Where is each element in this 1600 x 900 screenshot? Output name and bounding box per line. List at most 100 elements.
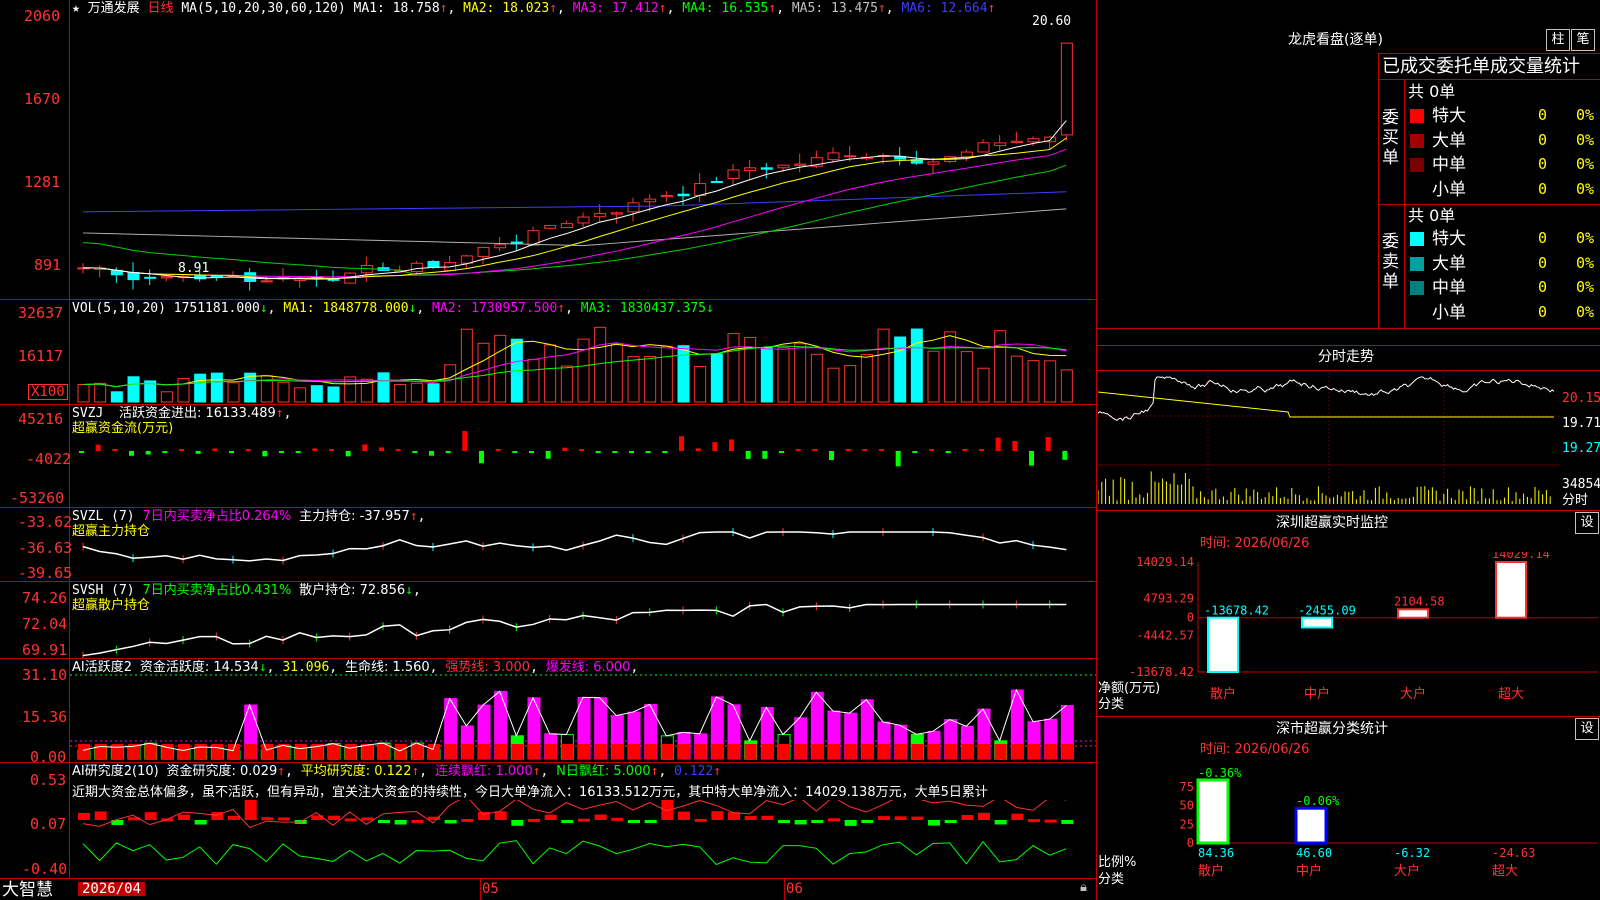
volume-bar [560, 365, 573, 403]
candle-body [260, 280, 273, 283]
category-name: 小单 [1432, 302, 1466, 323]
category-percent: 0% [1576, 229, 1595, 247]
flow-bar [729, 439, 734, 451]
activity-base-bar [78, 744, 90, 759]
research-bar [544, 814, 557, 820]
monitor-bar-chart[interactable]: 14029.14 4793.29 0 -4442.57 -13678.42 -13678.… [1098, 552, 1598, 717]
flow-bar [712, 442, 718, 451]
activity-base-bar [794, 744, 807, 759]
research-bar [94, 811, 107, 820]
category-name: 特大 [1432, 229, 1466, 249]
tick-mode-button[interactable]: 笔 [1571, 29, 1595, 51]
y-tick: 0.07 [30, 815, 67, 833]
volume-bar [160, 391, 173, 403]
volume-bar [527, 358, 540, 403]
panel-divider [1096, 716, 1600, 717]
main-header: ★ 万通发展 日线 MA(5,10,20,30,60,120) MA1: 18.… [72, 1, 996, 16]
flow-bar [479, 451, 484, 464]
flow-bar [212, 448, 218, 451]
candle-body [494, 244, 507, 249]
flow-bar [829, 451, 834, 461]
volume-bar [477, 342, 490, 403]
ma-label: MA(5,10,20,30,60,120) [181, 1, 346, 16]
y-tick: -36.63 [18, 539, 73, 557]
date-axis-start: 2026/04 [78, 882, 146, 896]
retail-holding-chart[interactable] [70, 582, 1096, 658]
volume-bar [860, 354, 873, 403]
dragon-tab[interactable]: 已成交委托单成交量统计 [1382, 57, 1580, 77]
ai-research-chart[interactable] [70, 800, 1096, 878]
volume-bar [1010, 355, 1023, 403]
intraday-chart[interactable] [1098, 372, 1560, 507]
activity-base-bar [444, 744, 457, 759]
y-tick: 15.36 [22, 708, 68, 726]
research-bar [811, 820, 824, 823]
research-bar [411, 819, 424, 823]
category-swatch [1410, 256, 1424, 271]
activity-base-bar [861, 744, 874, 759]
flow-bar [1029, 451, 1034, 466]
flow-bar [95, 444, 101, 451]
category-label: 超大 [1498, 687, 1524, 702]
main-force-holding-chart[interactable] [70, 508, 1096, 581]
volume-bar [610, 343, 623, 403]
ai-activity-chart[interactable] [70, 659, 1096, 762]
research-bar [628, 820, 640, 823]
stock-name[interactable]: 万通发展 [88, 1, 140, 16]
y-tick: 0 [1187, 836, 1194, 850]
category-swatch [1410, 109, 1424, 123]
y-tick: -33.62 [18, 513, 73, 531]
flow-bar [1062, 451, 1068, 460]
activity-base-bar [994, 744, 1007, 759]
stats-settings-button[interactable]: 设 [1575, 718, 1599, 740]
bar-mode-button[interactable]: 柱 [1546, 29, 1570, 51]
pane-divider [0, 878, 1096, 879]
flow-bar [395, 449, 401, 451]
flow-bar [345, 451, 351, 457]
research-bar [794, 820, 807, 825]
research-bar [994, 820, 1007, 825]
flow-bar [195, 451, 201, 454]
period-label[interactable]: 日线 [148, 1, 174, 16]
ma4-value: MA4: 16.535 [682, 1, 769, 16]
activity-base-bar [144, 744, 157, 759]
lock-icon[interactable]: 🔒︎ [1080, 881, 1087, 895]
stats-value-label: -24.63 [1492, 846, 1535, 860]
flow-bar [462, 431, 468, 451]
intraday-unit: 分时 [1562, 493, 1589, 508]
y-tick: -4442.57 [1136, 628, 1194, 642]
stats-xlabel: 分类 [1098, 872, 1125, 887]
activity-base-bar [978, 744, 990, 759]
flow-bar [679, 436, 684, 451]
flow-bar [562, 447, 568, 451]
flow-bar [595, 451, 601, 453]
capital-flow-chart[interactable] [70, 405, 1096, 507]
candlestick-chart[interactable] [70, 18, 1096, 298]
flow-bar [612, 451, 618, 453]
volume-bar [827, 367, 840, 403]
volume-bar [77, 384, 90, 403]
flow-bar [512, 451, 518, 453]
y-tick: -39.65 [18, 564, 73, 582]
flow-bar [262, 451, 268, 457]
candle-body [844, 155, 857, 158]
category-label: 散户 [1198, 863, 1224, 879]
monitor-settings-button[interactable]: 设 [1575, 512, 1599, 534]
stats-bar [1196, 778, 1230, 845]
stats-bar-chart[interactable]: 75 50 25 0 84.36 散户 46.60 中户 -6.32 大户 -24.63 超大 -0.3… [1098, 758, 1598, 900]
favorite-star-icon[interactable]: ★ [72, 1, 80, 16]
panel-divider [1096, 370, 1600, 371]
app-name[interactable]: 大智慧 [2, 880, 53, 900]
category-count: 0 [1538, 106, 1548, 124]
vol-unit-badge[interactable]: X100 [28, 384, 68, 400]
category-swatch [1410, 133, 1424, 148]
volume-bar [427, 383, 440, 403]
y-tick: 1670 [24, 90, 61, 108]
category-percent: 0% [1576, 130, 1595, 149]
flow-bar [895, 451, 901, 467]
flow-bar [245, 449, 251, 451]
ai2-comment: 近期大资金总体偏多，虽不活跃，但有异动，宜关注大资金的持续性，今日大单净流入：1… [72, 785, 988, 800]
monitor-ylabel: 净额(万元) [1098, 681, 1161, 696]
volume-chart[interactable] [70, 300, 1096, 404]
activity-base-bar [694, 744, 707, 759]
